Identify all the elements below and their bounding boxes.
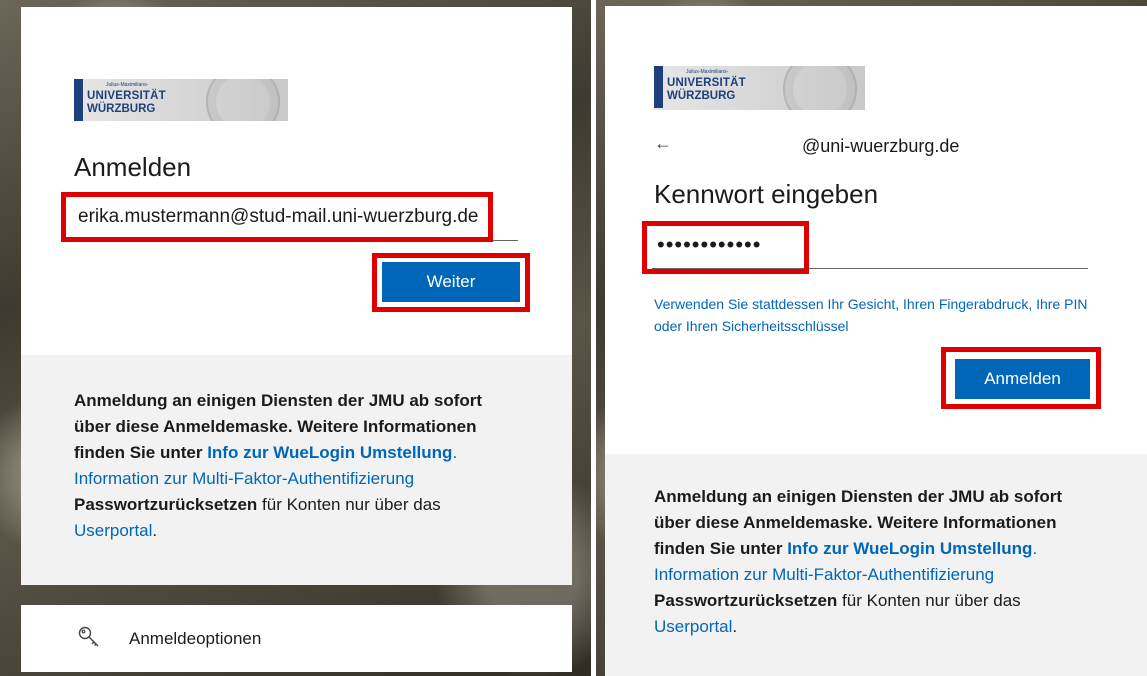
highlight-box-password: [642, 221, 809, 274]
logo-small-text-right: Julius-Maximilians-: [686, 69, 729, 75]
mfa-info-link[interactable]: Information zur Multi-Faktor-Authentifiz…: [74, 469, 414, 488]
password-reset-text-right: Passwortzurücksetzen: [654, 591, 838, 610]
university-logo-right: Julius-Maximilians- UNIVERSITÄT WÜRZBURG: [654, 66, 865, 110]
logo-seal-icon-right: [783, 66, 857, 110]
info-wuelogin-link-right[interactable]: Info zur WueLogin Umstellung: [787, 539, 1032, 558]
signin-options-button[interactable]: Anmeldeoptionen: [21, 605, 572, 672]
signin-options-label: Anmeldeoptionen: [129, 629, 262, 648]
userportal-link-right[interactable]: Userportal: [654, 617, 732, 636]
logo-line2-right: WÜRZBURG: [667, 90, 736, 102]
info-plain-text-right: für Konten nur über das: [842, 591, 1021, 610]
password-title: Kennwort eingeben: [654, 179, 879, 209]
alt-signin-link[interactable]: Verwenden Sie stattdessen Ihr Gesicht, I…: [654, 293, 1094, 337]
info-dot-right: .: [1032, 539, 1038, 558]
highlight-box-next: [372, 253, 530, 312]
info-text: Anmeldung an einigen Diensten der JMU ab…: [74, 388, 514, 544]
logo-bar-right: [654, 66, 663, 108]
info-text-right: Anmeldung an einigen Diensten der JMU ab…: [654, 484, 1094, 640]
info-end: .: [152, 521, 158, 540]
info-end-right: .: [732, 617, 738, 636]
logo-seal-icon: [206, 79, 280, 121]
logo-line2: WÜRZBURG: [87, 103, 156, 115]
university-logo: Julius-Maximilians- UNIVERSITÄT WÜRZBURG: [74, 79, 288, 121]
highlight-box-signin: [941, 347, 1101, 409]
password-reset-text: Passwortzurücksetzen: [74, 495, 258, 514]
logo-line1: UNIVERSITÄT: [87, 90, 166, 102]
info-plain-text: für Konten nur über das: [262, 495, 441, 514]
page-title: Anmelden: [74, 152, 192, 182]
logo-small-text: Julius-Maximilians-: [106, 82, 149, 88]
logo-bar: [74, 79, 83, 121]
info-wuelogin-link[interactable]: Info zur WueLogin Umstellung: [207, 443, 452, 462]
logo-line1-right: UNIVERSITÄT: [667, 77, 746, 89]
panel-divider: [591, 0, 596, 676]
info-dot: .: [452, 443, 458, 462]
identity-email: @uni-wuerzburg.de: [802, 136, 960, 156]
highlight-box-email: [61, 192, 493, 242]
mfa-info-link-right[interactable]: Information zur Multi-Faktor-Authentifiz…: [654, 565, 994, 584]
userportal-link[interactable]: Userportal: [74, 521, 152, 540]
key-icon: [78, 626, 99, 647]
back-arrow-icon[interactable]: ←: [654, 133, 672, 154]
